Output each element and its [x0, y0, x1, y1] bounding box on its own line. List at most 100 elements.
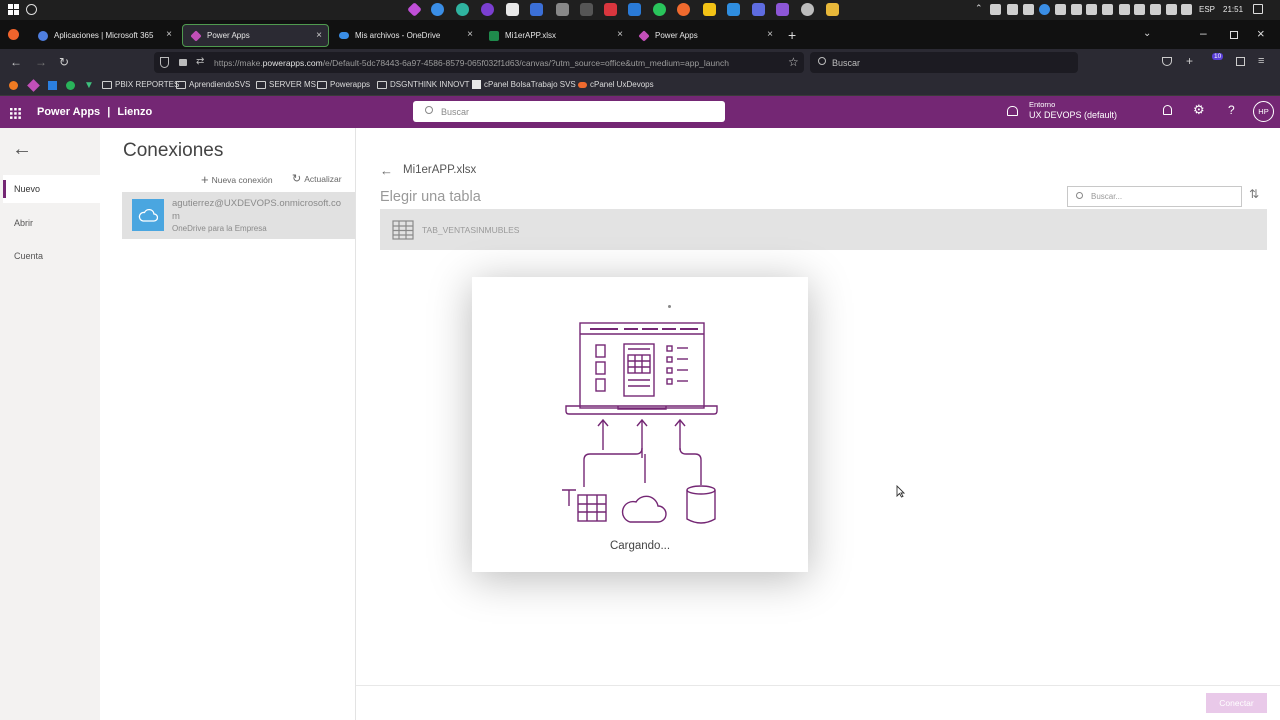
reload-icon[interactable]: ↻ [59, 55, 69, 69]
browser-tab[interactable]: Mis archivos - OneDrive × [331, 24, 479, 47]
browser-tab[interactable]: Mi1erAPP.xlsx × [481, 24, 629, 47]
notification-icon[interactable] [1253, 4, 1263, 14]
avatar[interactable]: HP [1253, 101, 1274, 122]
windows-start-icon[interactable] [8, 4, 19, 15]
shield-icon[interactable] [160, 57, 169, 68]
microsoft365-icon [38, 30, 48, 41]
nav-item-abrir[interactable]: Abrir [14, 218, 33, 228]
taskbar-app-icon[interactable] [703, 3, 716, 16]
volume-icon[interactable] [1166, 4, 1177, 15]
back-arrow-icon[interactable]: ← [12, 138, 32, 161]
bell-icon[interactable] [1163, 105, 1172, 115]
whatsapp-icon[interactable] [653, 3, 666, 16]
vscode-icon[interactable] [727, 3, 740, 16]
nav-item-cuenta[interactable]: Cuenta [14, 251, 43, 261]
taskbar-app-icon[interactable] [407, 2, 422, 17]
lock-icon[interactable] [179, 59, 187, 66]
wifi-icon[interactable] [1119, 4, 1130, 15]
browser-tab-active[interactable]: Power Apps × [182, 24, 329, 47]
app-launcher-icon[interactable] [10, 106, 21, 124]
puzzle-icon[interactable] [1236, 57, 1245, 66]
header-search-input[interactable]: Buscar [413, 101, 725, 122]
close-window-button[interactable]: × [1257, 26, 1265, 41]
close-icon[interactable]: × [617, 29, 623, 40]
network-icon[interactable] [1150, 4, 1161, 15]
taskbar-app-icon[interactable] [752, 3, 765, 16]
chevron-up-icon[interactable]: ⌃ [975, 3, 983, 14]
bookmark-icon[interactable] [66, 81, 75, 90]
taskbar-app-icon[interactable] [580, 3, 593, 16]
taskbar-app-icon[interactable] [628, 3, 641, 16]
tray-icon[interactable] [1007, 4, 1018, 15]
bookmark-folder[interactable]: Powerapps [317, 80, 370, 89]
battery-icon[interactable] [1181, 4, 1192, 15]
chevron-down-icon[interactable]: ⌄ [1143, 28, 1151, 39]
cloud-icon[interactable] [1134, 4, 1145, 15]
taskbar-app-icon[interactable] [506, 3, 519, 16]
menu-icon[interactable]: ≡ [1258, 55, 1264, 67]
taskbar-app-icon[interactable] [431, 3, 444, 16]
taskbar-app-icon[interactable] [530, 3, 543, 16]
help-icon[interactable]: ? [1228, 103, 1235, 117]
taskbar-app-icon[interactable] [556, 3, 569, 16]
back-icon[interactable]: ← [10, 55, 22, 69]
app-title[interactable]: Power Apps | Lienzo [37, 106, 152, 118]
cpanel-icon [472, 80, 481, 89]
taskbar-app-icon[interactable] [481, 3, 494, 16]
firefox-icon[interactable] [677, 3, 690, 16]
bookmark-star-icon[interactable]: ☆ [788, 55, 799, 69]
extensions-icon[interactable]: + [1186, 54, 1193, 68]
bookmark-folder[interactable]: DSGNTHINK INNOVT [377, 80, 470, 89]
close-icon[interactable]: × [316, 30, 322, 41]
bookmark-icon[interactable] [9, 81, 18, 90]
tray-icon[interactable] [1086, 4, 1097, 15]
forward-icon[interactable]: → [35, 55, 47, 69]
back-arrow-icon[interactable]: ← [380, 163, 393, 178]
address-bar[interactable]: https://make. powerapps.com/e/Default-5dc… [154, 52, 804, 73]
connect-button[interactable]: Conectar [1206, 693, 1267, 713]
bookmark-link[interactable]: cPanel BolsaTrabajo SVS [472, 80, 576, 89]
refresh-button[interactable]: ↻ Actualizar [292, 172, 342, 185]
tray-icon[interactable] [1071, 4, 1082, 15]
permissions-icon[interactable]: ⇄ [196, 56, 204, 67]
tray-icon[interactable] [1055, 4, 1066, 15]
close-icon[interactable]: × [467, 29, 473, 40]
gear-icon[interactable]: ⚙ [1193, 102, 1205, 118]
powerapps-icon [190, 29, 202, 42]
nav-item-nuevo[interactable]: Nuevo [14, 184, 40, 194]
tray-icon[interactable] [1039, 4, 1050, 15]
maximize-button[interactable] [1230, 31, 1238, 39]
clock[interactable]: 21:51 [1223, 5, 1243, 14]
bookmark-link[interactable]: cPanel UxDevops [578, 80, 654, 89]
browser-tab[interactable]: Aplicaciones | Microsoft 365 × [30, 24, 178, 47]
taskview-icon[interactable] [26, 4, 37, 15]
minimize-button[interactable]: – [1200, 26, 1207, 40]
bookmark-folder[interactable]: AprendiendoSVS [176, 80, 250, 89]
bookmark-icon[interactable]: ▼ [84, 80, 94, 91]
firefox-menu-icon[interactable] [8, 29, 19, 40]
new-tab-button[interactable]: + [788, 27, 796, 43]
bookmark-folder[interactable]: PBIX REPORTES [102, 80, 179, 89]
new-connection-button[interactable]: + Nueva conexión [201, 172, 273, 187]
environment-icon[interactable] [1007, 106, 1018, 116]
visual-studio-icon[interactable] [776, 3, 789, 16]
bookmark-folder[interactable]: SERVER MS [256, 80, 316, 89]
bookmark-icon[interactable] [48, 81, 57, 90]
browser-tab[interactable]: Power Apps × [631, 24, 779, 47]
close-icon[interactable]: × [767, 29, 773, 40]
taskbar-app-icon[interactable] [801, 3, 814, 16]
environment-value[interactable]: UX DEVOPS (default) [1029, 110, 1117, 120]
extension-badge[interactable]: 10 [1212, 53, 1224, 60]
language-indicator[interactable]: ESP [1199, 5, 1215, 14]
browser-search-bar[interactable]: Buscar [810, 52, 1078, 73]
file-explorer-icon[interactable] [826, 3, 839, 16]
url-rest: /e/Default-5dc78443-6a97-4586-8579-065f0… [322, 57, 729, 68]
sort-icon[interactable]: ⇅ [1249, 187, 1259, 201]
tray-icon[interactable] [990, 4, 1001, 15]
table-search-input[interactable]: Buscar... [1067, 186, 1242, 207]
close-icon[interactable]: × [166, 29, 172, 40]
taskbar-app-icon[interactable] [456, 3, 469, 16]
tray-icon[interactable] [1102, 4, 1113, 15]
taskbar-app-icon[interactable] [604, 3, 617, 16]
tray-icon[interactable] [1023, 4, 1034, 15]
